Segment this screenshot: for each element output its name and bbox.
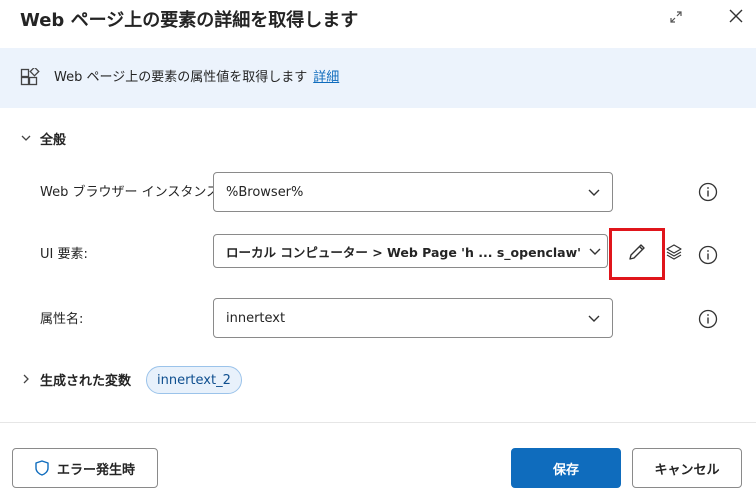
attribute-name-value: innertext	[226, 310, 286, 326]
ui-element-help-icon[interactable]	[697, 244, 719, 266]
attribute-name-help-icon[interactable]	[697, 308, 719, 330]
browser-instance-dropdown[interactable]: %Browser%	[213, 172, 613, 212]
general-section-toggle[interactable]: 全般	[20, 129, 66, 148]
close-icon	[728, 8, 744, 28]
general-section-label: 全般	[40, 133, 67, 148]
element-grid-icon	[20, 66, 40, 92]
variable-chip[interactable]: innertext_2	[146, 366, 242, 394]
ui-element-label: UI 要素:	[40, 247, 88, 262]
chevron-right-icon	[20, 370, 32, 389]
cancel-button[interactable]: キャンセル	[632, 448, 742, 488]
on-error-button[interactable]: エラー発生時	[12, 448, 158, 488]
pencil-icon	[626, 241, 648, 267]
browser-instance-help-icon[interactable]	[697, 181, 719, 203]
shield-icon	[35, 460, 49, 476]
variables-section-toggle[interactable]: 生成された変数	[20, 370, 131, 389]
browser-instance-label: Web ブラウザー インスタンス:	[40, 185, 224, 200]
save-button[interactable]: 保存	[511, 448, 621, 488]
dialog-title: Web ページ上の要素の詳細を取得します	[20, 10, 359, 31]
footer-divider	[0, 422, 756, 423]
ui-element-dropdown[interactable]: ローカル コンピューター > Web Page 'h ... s_opencla…	[213, 234, 608, 268]
chevron-down-icon	[576, 299, 612, 337]
expand-button[interactable]	[662, 4, 690, 32]
edit-ui-element-button[interactable]	[609, 228, 665, 280]
chevron-down-icon	[576, 173, 612, 211]
close-button[interactable]	[722, 4, 750, 32]
on-error-label: エラー発生時	[56, 462, 135, 478]
details-link[interactable]: 詳細	[313, 70, 339, 85]
info-description: Web ページ上の要素の属性値を取得します	[54, 70, 308, 85]
browser-instance-value: %Browser%	[226, 184, 304, 200]
layers-icon	[665, 243, 683, 265]
chevron-down-icon	[20, 129, 32, 148]
info-text: Web ページ上の要素の属性値を取得します 詳細	[54, 68, 339, 88]
attribute-name-dropdown[interactable]: innertext	[213, 298, 613, 338]
chevron-down-icon	[583, 235, 607, 267]
expand-icon	[669, 9, 683, 28]
ui-element-value: ローカル コンピューター > Web Page 'h ... s_opencla…	[226, 244, 583, 260]
ui-element-picker-button[interactable]	[664, 243, 684, 265]
info-bar: Web ページ上の要素の属性値を取得します 詳細	[0, 48, 756, 108]
variables-section-label: 生成された変数	[40, 374, 132, 389]
attribute-name-label: 属性名:	[40, 312, 84, 327]
